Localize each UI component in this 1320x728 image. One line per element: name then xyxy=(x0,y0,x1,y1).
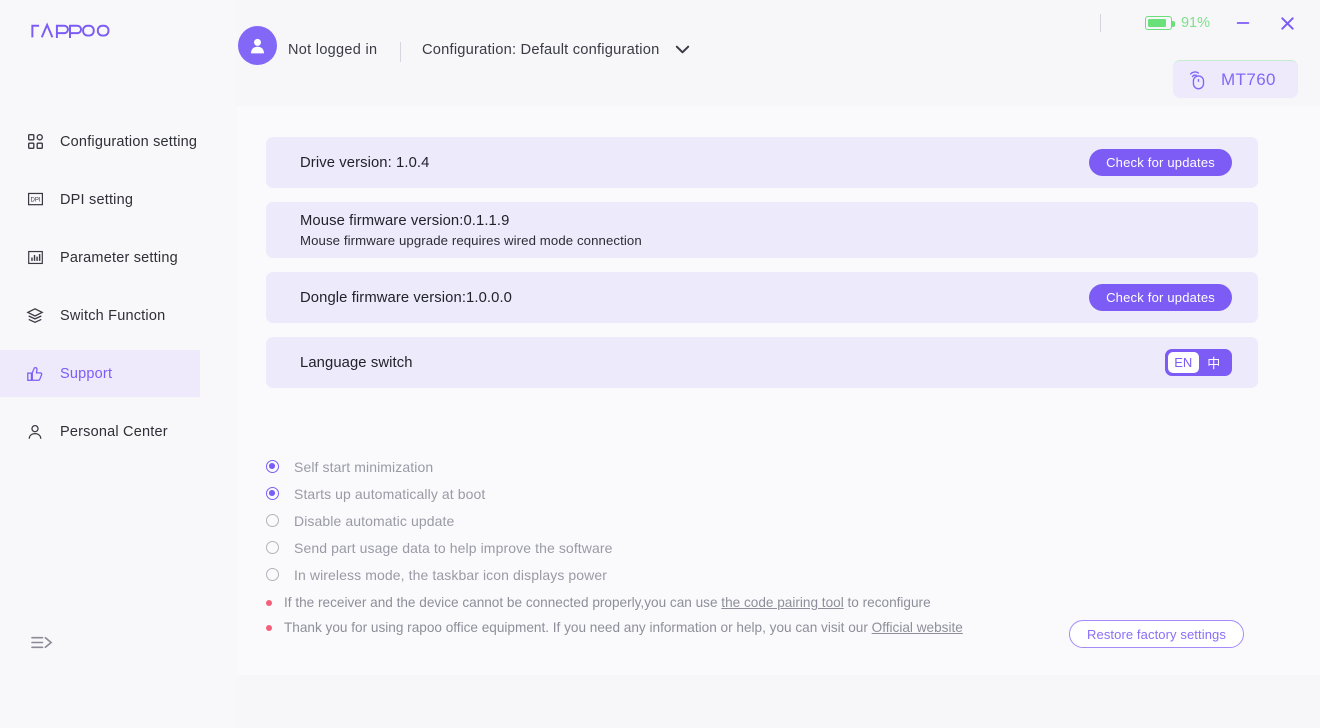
sidebar-item-label: Support xyxy=(60,365,113,382)
wireless-mouse-icon xyxy=(1187,69,1209,91)
preferences-list: Self start minimization Starts up automa… xyxy=(266,453,1166,588)
configuration-label: Configuration: Default configuration xyxy=(422,41,660,58)
version-rows: Drive version: 1.0.4 Check for updates M… xyxy=(266,137,1258,402)
sidebar-item-switch-function[interactable]: Switch Function xyxy=(0,292,237,339)
note-text: Thank you for using rapoo office equipme… xyxy=(284,620,963,635)
dongle-firmware-row: Dongle firmware version:1.0.0.0 Check fo… xyxy=(266,272,1258,323)
dpi-icon: DPI xyxy=(24,189,46,211)
avatar[interactable] xyxy=(238,26,277,65)
window-divider xyxy=(1099,14,1101,32)
bullet-dot-icon xyxy=(266,599,272,606)
language-option-en[interactable]: EN xyxy=(1168,352,1199,373)
check-updates-dongle-button[interactable]: Check for updates xyxy=(1089,284,1232,311)
language-switch-row: Language switch EN 中 xyxy=(266,337,1258,388)
row-text: Language switch xyxy=(300,355,413,371)
option-send-usage-data[interactable]: Send part usage data to help improve the… xyxy=(266,534,1166,561)
language-option-zh[interactable]: 中 xyxy=(1199,352,1230,373)
collapse-sidebar-icon[interactable] xyxy=(30,630,56,654)
note-text: If the receiver and the device cannot be… xyxy=(284,595,931,610)
row-text: Drive version: 1.0.4 xyxy=(300,155,429,171)
sidebar-nav: Configuration setting DPI DPI setting Pa… xyxy=(0,118,237,466)
option-label: Starts up automatically at boot xyxy=(294,485,486,502)
option-self-start-minimization[interactable]: Self start minimization xyxy=(266,453,1166,480)
top-bar: Not logged in Configuration: Default con… xyxy=(237,0,1320,106)
minimize-icon[interactable] xyxy=(1232,12,1254,34)
option-taskbar-icon-power[interactable]: In wireless mode, the taskbar icon displ… xyxy=(266,561,1166,588)
official-website-link[interactable]: Official website xyxy=(872,620,963,635)
radio-icon[interactable] xyxy=(266,541,279,554)
option-label: In wireless mode, the taskbar icon displ… xyxy=(294,566,608,583)
layers-icon xyxy=(24,305,46,327)
battery-fill xyxy=(1147,18,1166,28)
battery-indicator: 91% xyxy=(1144,15,1210,31)
option-label: Self start minimization xyxy=(294,458,434,475)
battery-icon xyxy=(1144,16,1175,30)
note-pre: If the receiver and the device cannot be… xyxy=(284,595,722,610)
note-post: to reconfigure xyxy=(843,595,931,610)
app-window: Configuration setting DPI DPI setting Pa… xyxy=(0,0,1320,728)
sidebar-item-parameter-setting[interactable]: Parameter setting xyxy=(0,234,237,281)
row-text: Mouse firmware version:0.1.1.9 Mouse fir… xyxy=(300,213,642,248)
note-pre: Thank you for using rapoo office equipme… xyxy=(284,620,872,635)
row-title: Language switch xyxy=(300,354,413,371)
sidebar-item-personal-center[interactable]: Personal Center xyxy=(0,408,237,455)
thumbs-up-icon xyxy=(24,363,46,385)
chevron-down-icon xyxy=(673,40,692,59)
sidebar-item-label: DPI setting xyxy=(60,191,134,208)
sidebar-item-configuration-setting[interactable]: Configuration setting xyxy=(0,118,237,165)
drive-version-row: Drive version: 1.0.4 Check for updates xyxy=(266,137,1258,188)
close-icon[interactable] xyxy=(1276,12,1298,34)
row-title: Dongle firmware version:1.0.0.0 xyxy=(300,289,512,306)
battery-percent: 91% xyxy=(1180,15,1210,31)
mouse-firmware-row: Mouse firmware version:0.1.1.9 Mouse fir… xyxy=(266,202,1258,258)
note-pairing: If the receiver and the device cannot be… xyxy=(266,590,1246,615)
login-status: Not logged in xyxy=(288,42,378,58)
sidebar: Configuration setting DPI DPI setting Pa… xyxy=(0,0,237,728)
radio-icon[interactable] xyxy=(266,568,279,581)
sidebar-item-label: Switch Function xyxy=(60,307,166,324)
user-icon xyxy=(24,421,46,443)
radio-icon[interactable] xyxy=(266,514,279,527)
option-disable-automatic-update[interactable]: Disable automatic update xyxy=(266,507,1166,534)
configuration-selector[interactable]: Configuration: Default configuration xyxy=(422,40,692,59)
grid-icon xyxy=(24,131,46,153)
option-starts-up-at-boot[interactable]: Starts up automatically at boot xyxy=(266,480,1166,507)
device-name: MT760 xyxy=(1221,69,1276,89)
option-label: Send part usage data to help improve the… xyxy=(294,539,613,556)
sidebar-item-support[interactable]: Support xyxy=(0,350,200,397)
row-title: Mouse firmware version:0.1.1.9 xyxy=(300,212,510,229)
sidebar-item-label: Parameter setting xyxy=(60,249,178,266)
bar-chart-icon xyxy=(24,247,46,269)
header-divider xyxy=(400,42,401,62)
row-title: Drive version: 1.0.4 xyxy=(300,154,430,171)
connected-device-chip[interactable]: MT760 xyxy=(1173,60,1298,98)
restore-factory-settings-button[interactable]: Restore factory settings xyxy=(1069,620,1244,648)
bullet-dot-icon xyxy=(266,624,272,631)
main-panel: Drive version: 1.0.4 Check for updates M… xyxy=(237,106,1320,675)
radio-icon[interactable] xyxy=(266,487,279,500)
code-pairing-tool-link[interactable]: the code pairing tool xyxy=(721,595,843,610)
row-subtitle: Mouse firmware upgrade requires wired mo… xyxy=(300,232,642,248)
rapoo-logo xyxy=(30,20,110,42)
sidebar-item-dpi-setting[interactable]: DPI DPI setting xyxy=(0,176,237,223)
row-text: Dongle firmware version:1.0.0.0 xyxy=(300,290,512,306)
option-label: Disable automatic update xyxy=(294,512,455,529)
language-toggle[interactable]: EN 中 xyxy=(1165,349,1232,376)
svg-text:DPI: DPI xyxy=(30,198,40,204)
check-updates-drive-button[interactable]: Check for updates xyxy=(1089,149,1232,176)
sidebar-item-label: Configuration setting xyxy=(60,133,198,150)
sidebar-item-label: Personal Center xyxy=(60,423,168,440)
window-controls: 91% xyxy=(1099,10,1298,36)
radio-icon[interactable] xyxy=(266,460,279,473)
